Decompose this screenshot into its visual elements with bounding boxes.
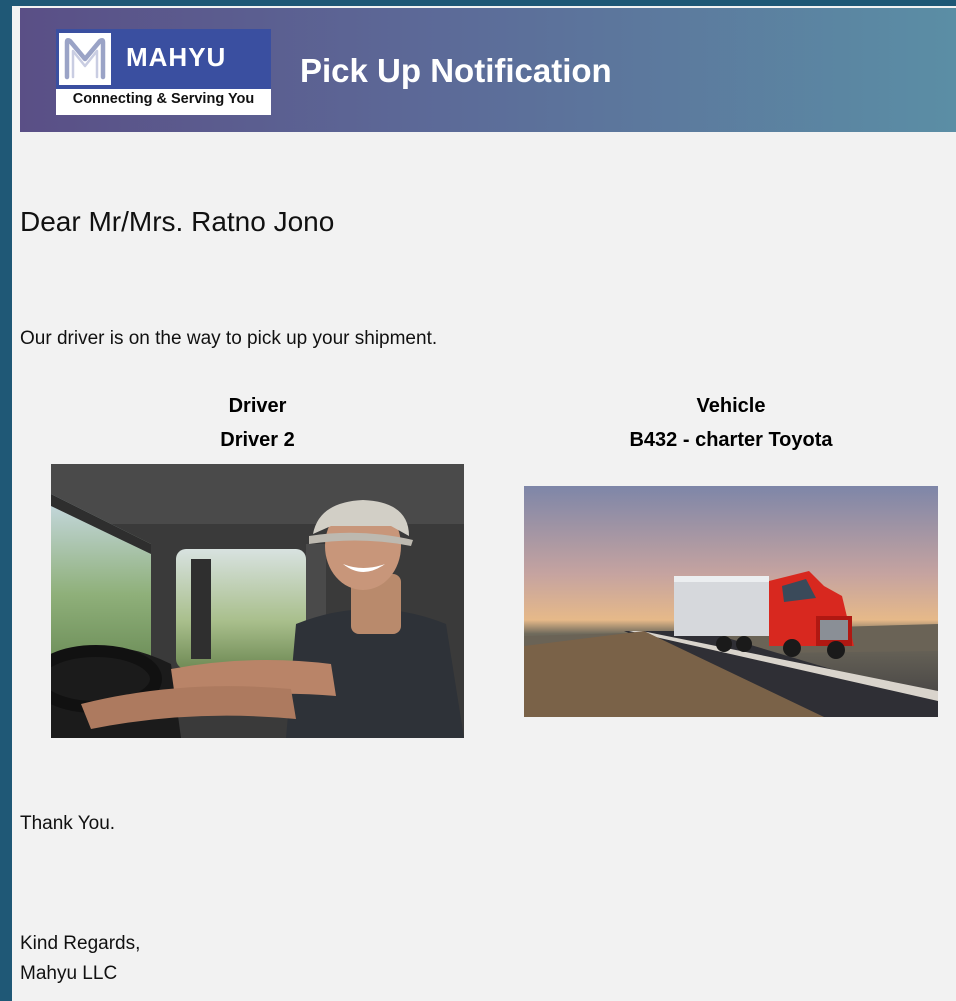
signature-block: Kind Regards, Mahyu LLC	[20, 929, 140, 989]
closing-line: Kind Regards,	[20, 933, 141, 954]
vehicle-name: B432 - charter Toyota	[629, 429, 833, 451]
driver-heading: Driver	[228, 395, 287, 417]
email-header: MAHYU Connecting & Serving You Pick Up N…	[20, 8, 956, 132]
m-logo-icon	[59, 33, 111, 85]
vehicle-photo	[524, 486, 938, 717]
driver-photo	[51, 464, 464, 738]
logo-tagline: Connecting & Serving You	[72, 91, 255, 107]
logo-banner: MAHYU	[56, 29, 271, 89]
email-body: MAHYU Connecting & Serving You Pick Up N…	[12, 6, 956, 1001]
driver-name: Driver 2	[220, 429, 295, 451]
logo-wordmark: MAHYU	[126, 42, 227, 72]
company-signature: Mahyu LLC	[20, 963, 118, 984]
mahyu-logo: MAHYU Connecting & Serving You	[56, 29, 271, 115]
thank-you-text: Thank You.	[20, 813, 116, 834]
greeting: Dear Mr/Mrs. Ratno Jono	[20, 206, 335, 237]
notification-title: Pick Up Notification	[300, 52, 612, 89]
intro-text: Our driver is on the way to pick up your…	[20, 328, 438, 349]
vehicle-heading: Vehicle	[696, 395, 766, 417]
